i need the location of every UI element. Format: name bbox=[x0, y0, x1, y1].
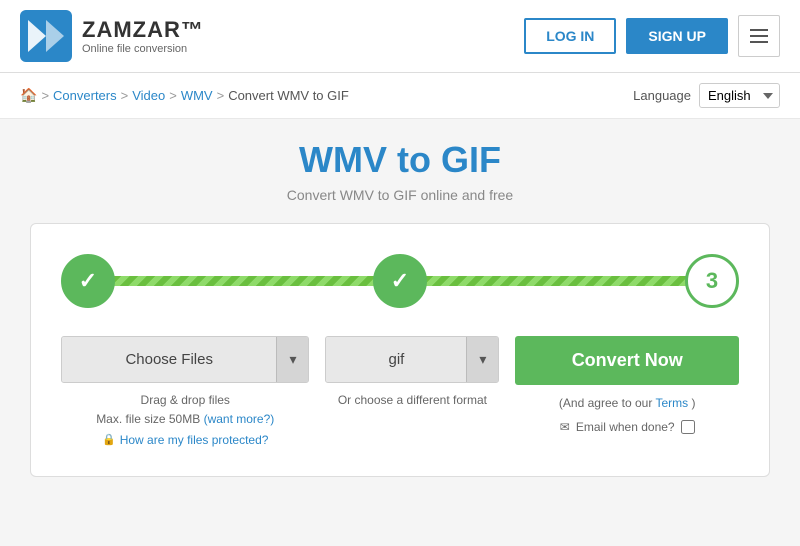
format-dropdown-arrow: ▾ bbox=[479, 351, 486, 367]
agree-text: (And agree to our bbox=[559, 396, 652, 410]
convert-area: Convert Now (And agree to our Terms ) ✉ … bbox=[515, 336, 739, 438]
main-content: WMV to GIF Convert WMV to GIF online and… bbox=[0, 119, 800, 497]
convert-now-button[interactable]: Convert Now bbox=[515, 336, 739, 385]
choose-files-button[interactable]: Choose Files bbox=[62, 337, 276, 382]
breadcrumb-separator: > bbox=[169, 88, 177, 103]
breadcrumb-separator: > bbox=[217, 88, 225, 103]
signup-button[interactable]: SIGN UP bbox=[626, 18, 728, 54]
want-more-link[interactable]: (want more?) bbox=[204, 412, 275, 426]
format-info: Or choose a different format bbox=[325, 391, 499, 410]
language-area: Language English French Spanish bbox=[633, 83, 780, 108]
home-link[interactable]: 🏠 bbox=[20, 87, 37, 104]
breadcrumb-current: Convert WMV to GIF bbox=[228, 88, 349, 103]
breadcrumb-wmv[interactable]: WMV bbox=[181, 88, 213, 103]
page-subtitle: Convert WMV to GIF online and free bbox=[30, 187, 770, 203]
hamburger-line bbox=[750, 41, 768, 43]
terms-link[interactable]: Terms bbox=[655, 396, 688, 410]
logo-text: ZAMZAR™ Online file conversion bbox=[82, 17, 204, 55]
choose-files-info: Drag & drop files Max. file size 50MB (w… bbox=[61, 391, 309, 451]
logo-subtitle: Online file conversion bbox=[82, 43, 204, 55]
hamburger-line bbox=[750, 29, 768, 31]
lock-icon: 🔒 bbox=[102, 432, 116, 450]
agree-close: ) bbox=[691, 396, 695, 410]
step-3-circle: 3 bbox=[685, 254, 739, 308]
format-button[interactable]: gif bbox=[326, 337, 466, 382]
choose-files-button-wrapper: Choose Files ▾ bbox=[61, 336, 309, 383]
language-label: Language bbox=[633, 88, 691, 103]
login-button[interactable]: LOG IN bbox=[524, 18, 616, 54]
choose-files-area: Choose Files ▾ Drag & drop files Max. fi… bbox=[61, 336, 309, 451]
breadcrumb: 🏠 > Converters > Video > WMV > Convert W… bbox=[20, 87, 349, 104]
protection-line: 🔒 How are my files protected? bbox=[61, 431, 309, 450]
max-size-label: Max. file size 50MB bbox=[96, 412, 200, 426]
step-connector-1 bbox=[113, 276, 375, 286]
breadcrumb-separator: > bbox=[41, 88, 49, 103]
step-connector-2 bbox=[425, 276, 687, 286]
email-line: ✉ Email when done? bbox=[515, 417, 739, 439]
hamburger-line bbox=[750, 35, 768, 37]
page-title: WMV to GIF bbox=[30, 139, 770, 181]
choose-files-dropdown-button[interactable]: ▾ bbox=[276, 337, 308, 382]
terms-line: (And agree to our Terms ) bbox=[515, 393, 739, 415]
step-1-circle: ✓ bbox=[61, 254, 115, 308]
breadcrumb-converters[interactable]: Converters bbox=[53, 88, 117, 103]
breadcrumb-separator: > bbox=[121, 88, 129, 103]
header-actions: LOG IN SIGN UP bbox=[524, 15, 780, 57]
hamburger-menu-button[interactable] bbox=[738, 15, 780, 57]
format-button-wrapper: gif ▾ bbox=[325, 336, 499, 383]
choose-files-dropdown-arrow: ▾ bbox=[289, 351, 296, 367]
breadcrumb-video[interactable]: Video bbox=[132, 88, 165, 103]
email-when-done-label: Email when done? bbox=[576, 417, 675, 439]
converter-card: ✓ ✓ 3 Choose Files ▾ Dr bbox=[30, 223, 770, 477]
step-3-number: 3 bbox=[706, 268, 718, 294]
step-1-check: ✓ bbox=[79, 268, 97, 294]
protection-link[interactable]: How are my files protected? bbox=[120, 431, 269, 450]
zamzar-logo-icon bbox=[20, 10, 72, 62]
file-size-text: Max. file size 50MB (want more?) bbox=[61, 410, 309, 429]
logo-title: ZAMZAR™ bbox=[82, 17, 204, 43]
email-icon: ✉ bbox=[560, 417, 570, 439]
step-2-circle: ✓ bbox=[373, 254, 427, 308]
format-dropdown-button[interactable]: ▾ bbox=[466, 337, 498, 382]
convert-info: (And agree to our Terms ) ✉ Email when d… bbox=[515, 393, 739, 438]
language-select[interactable]: English French Spanish bbox=[699, 83, 780, 108]
step-2-check: ✓ bbox=[391, 268, 409, 294]
breadcrumb-bar: 🏠 > Converters > Video > WMV > Convert W… bbox=[0, 73, 800, 119]
drag-drop-text: Drag & drop files bbox=[61, 391, 309, 410]
email-checkbox[interactable] bbox=[681, 420, 695, 434]
format-area: gif ▾ Or choose a different format bbox=[325, 336, 499, 410]
actions-row: Choose Files ▾ Drag & drop files Max. fi… bbox=[61, 336, 739, 451]
logo-area: ZAMZAR™ Online file conversion bbox=[20, 10, 204, 62]
header: ZAMZAR™ Online file conversion LOG IN SI… bbox=[0, 0, 800, 73]
steps-row: ✓ ✓ 3 bbox=[61, 254, 739, 308]
